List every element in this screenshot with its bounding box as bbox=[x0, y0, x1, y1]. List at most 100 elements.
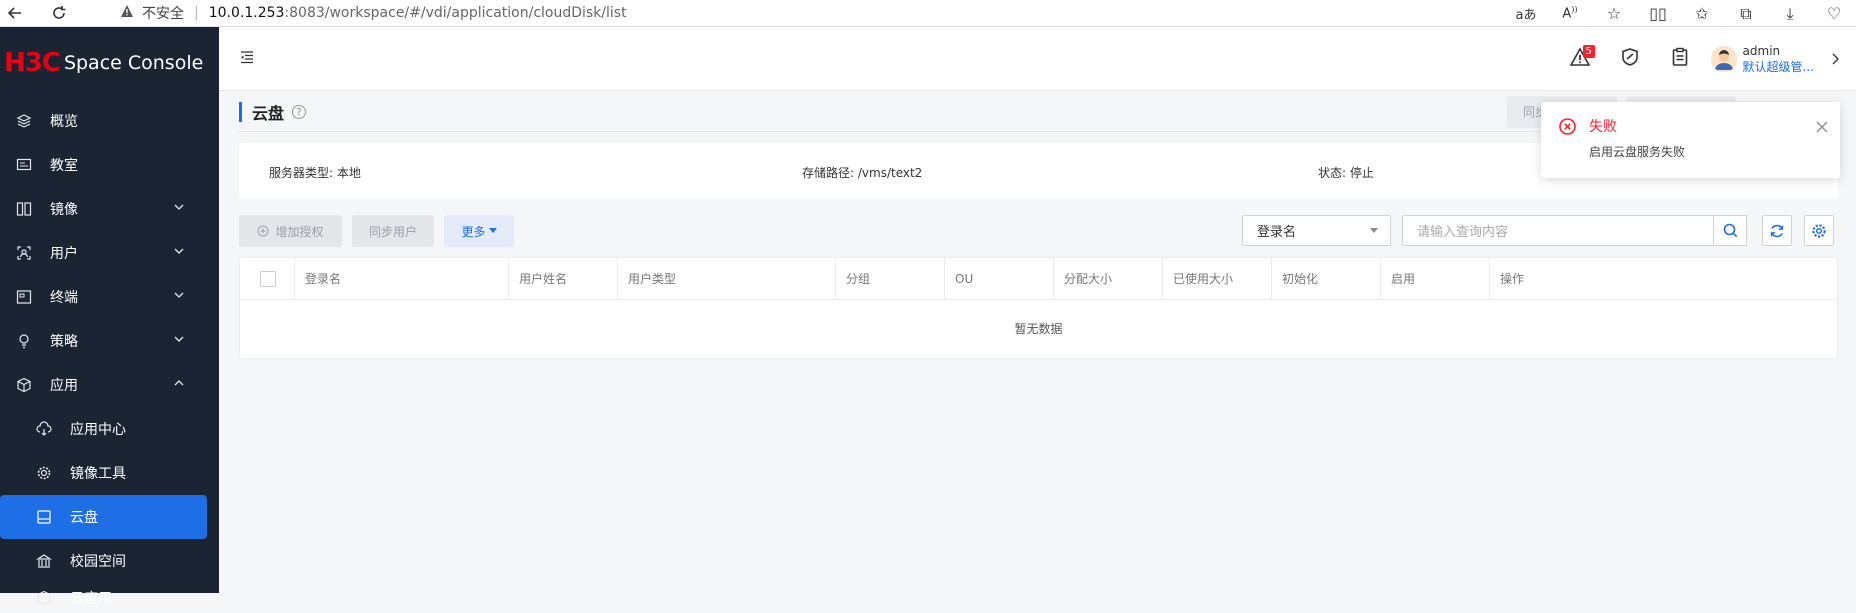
task-button[interactable] bbox=[1655, 27, 1705, 91]
error-notification: 失败 启用云盘服务失败 bbox=[1541, 102, 1840, 178]
sidebar-item-label: 应用中心 bbox=[70, 422, 126, 438]
alarm-button[interactable]: 5 bbox=[1555, 27, 1605, 91]
chevron-right-icon bbox=[1830, 50, 1840, 69]
sidebar-subitem-image-tool[interactable]: 镜像工具 bbox=[0, 451, 219, 495]
title-accent-bar bbox=[239, 102, 242, 122]
sidebar-subitem-cloud-disk[interactable]: 云盘 bbox=[0, 495, 207, 539]
read-aloud-icon[interactable]: aあ bbox=[1504, 4, 1548, 23]
sidebar-subitem-cloud-app[interactable]: 云应用 bbox=[0, 583, 219, 613]
sync-users-label: 同步用户 bbox=[368, 224, 417, 239]
menu-collapse-icon[interactable] bbox=[239, 49, 255, 69]
search-field-select[interactable]: 登录名 bbox=[1242, 215, 1391, 246]
download-icon[interactable]: ⤓ bbox=[1768, 4, 1812, 24]
search-icon bbox=[1723, 223, 1738, 238]
sidebar-item-label: 镜像工具 bbox=[70, 466, 126, 482]
chevron-down-icon bbox=[173, 333, 185, 349]
text-size-icon[interactable]: A)) bbox=[1548, 5, 1592, 21]
user-role: 默认超级管... bbox=[1742, 60, 1814, 74]
chevron-up-icon bbox=[173, 377, 185, 393]
column-header[interactable]: 已使用大小 bbox=[1162, 258, 1271, 300]
brand-logo: H3C bbox=[4, 48, 61, 78]
campus-icon bbox=[34, 551, 54, 571]
column-header[interactable]: 操作 bbox=[1489, 258, 1837, 300]
settings-button[interactable] bbox=[1804, 215, 1834, 246]
sidebar-item-overview[interactable]: 概览 bbox=[0, 99, 219, 143]
app-icon bbox=[14, 375, 34, 395]
sidebar-item-user[interactable]: 用户 bbox=[0, 231, 219, 275]
user-menu[interactable]: admin 默认超级管... bbox=[1705, 27, 1856, 91]
column-header[interactable]: 启用 bbox=[1380, 258, 1489, 300]
browser-toolbar: 不安全 | 10.0.1.253:8083/workspace/#/vdi/ap… bbox=[0, 0, 1856, 27]
header-actions: 5 admin 默认超级管... bbox=[1555, 27, 1856, 91]
cloud-app-icon bbox=[34, 588, 54, 608]
url-host: 10.0.1.253 bbox=[208, 5, 285, 21]
sidebar-item-terminal[interactable]: 终端 bbox=[0, 275, 219, 319]
close-icon[interactable] bbox=[1816, 118, 1828, 137]
sidebar-subitem-campus[interactable]: 校园空间 bbox=[0, 539, 219, 583]
collections-icon[interactable]: ⧉ bbox=[1724, 4, 1768, 24]
shield-button[interactable] bbox=[1605, 27, 1655, 91]
select-value: 登录名 bbox=[1257, 225, 1297, 240]
split-screen-icon[interactable]: ▯▯ bbox=[1636, 4, 1680, 23]
search-placeholder: 请输入查询内容 bbox=[1417, 225, 1509, 240]
add-authorization-label: 增加授权 bbox=[275, 224, 324, 239]
empty-state: 暂无数据 bbox=[1014, 322, 1063, 336]
refresh-icon bbox=[1769, 223, 1785, 239]
sidebar: H3C Space Console 概览 教室 镜像 用户 终端 策略 应用 应… bbox=[0, 27, 219, 607]
error-circle-icon bbox=[1559, 118, 1576, 139]
column-header[interactable]: 分配大小 bbox=[1053, 258, 1162, 300]
refresh-button[interactable] bbox=[1762, 215, 1792, 246]
classroom-icon bbox=[14, 155, 34, 175]
column-header[interactable]: OU bbox=[944, 258, 1053, 300]
app-center-icon bbox=[34, 419, 54, 439]
favorite-star-icon[interactable]: ☆ bbox=[1592, 4, 1636, 23]
layers-icon bbox=[14, 111, 34, 131]
favorites-icon[interactable]: ✩ bbox=[1680, 4, 1724, 23]
health-icon[interactable]: ♡ bbox=[1812, 4, 1856, 23]
gear-icon bbox=[1811, 223, 1827, 239]
app-logo[interactable]: H3C Space Console bbox=[0, 27, 219, 99]
sidebar-item-label: 策略 bbox=[50, 334, 78, 350]
help-icon[interactable]: ? bbox=[292, 105, 307, 119]
sync-users-button[interactable]: 同步用户 bbox=[352, 215, 434, 247]
add-authorization-button[interactable]: 增加授权 bbox=[239, 215, 342, 247]
sidebar-item-image[interactable]: 镜像 bbox=[0, 187, 219, 231]
sidebar-item-application[interactable]: 应用 bbox=[0, 363, 219, 407]
storage-path: 存储路径: /vms/text2 bbox=[802, 166, 923, 180]
page-title-text: 云盘 bbox=[252, 104, 285, 123]
select-all-checkbox[interactable] bbox=[260, 271, 276, 287]
warning-icon bbox=[120, 4, 134, 22]
search-button[interactable] bbox=[1714, 215, 1747, 246]
page-title: 云盘 ? bbox=[239, 101, 307, 123]
column-header[interactable]: 初始化 bbox=[1271, 258, 1380, 300]
column-header[interactable]: 用户姓名 bbox=[508, 258, 617, 300]
cloud-disk-icon bbox=[34, 507, 54, 527]
more-button[interactable]: 更多 bbox=[444, 215, 514, 247]
address-bar[interactable]: 不安全 | 10.0.1.253:8083/workspace/#/vdi/ap… bbox=[104, 1, 1494, 26]
sidebar-item-label: 教室 bbox=[50, 158, 78, 174]
chevron-down-icon bbox=[173, 245, 185, 261]
refresh-icon[interactable] bbox=[44, 0, 74, 27]
sidebar-item-label: 云盘 bbox=[70, 510, 98, 526]
url-separator: | bbox=[194, 5, 199, 21]
sidebar-item-classroom[interactable]: 教室 bbox=[0, 143, 219, 187]
service-status: 状态: 停止 bbox=[1318, 166, 1374, 180]
sidebar-item-label: 镜像 bbox=[50, 202, 78, 218]
column-header[interactable]: 登录名 bbox=[294, 258, 508, 300]
column-header[interactable]: 用户类型 bbox=[617, 258, 835, 300]
insecure-label: 不安全 bbox=[142, 6, 184, 22]
clipboard-icon bbox=[1670, 47, 1690, 71]
shield-icon bbox=[1620, 47, 1640, 71]
image-icon bbox=[14, 199, 34, 219]
search-input[interactable]: 请输入查询内容 bbox=[1402, 215, 1714, 246]
column-header[interactable]: 分组 bbox=[835, 258, 944, 300]
table-header: 登录名 用户姓名 用户类型 分组 OU 分配大小 已使用大小 初始化 启用 操作 bbox=[240, 258, 1837, 300]
chevron-down-icon bbox=[173, 201, 185, 217]
policy-icon bbox=[14, 331, 34, 351]
sidebar-subitem-app-center[interactable]: 应用中心 bbox=[0, 407, 219, 451]
sidebar-item-policy[interactable]: 策略 bbox=[0, 319, 219, 363]
back-icon[interactable] bbox=[0, 0, 30, 27]
sidebar-item-label: 终端 bbox=[50, 290, 78, 306]
alert-count-badge: 5 bbox=[1582, 45, 1595, 58]
server-type: 服务器类型: 本地 bbox=[269, 166, 361, 180]
